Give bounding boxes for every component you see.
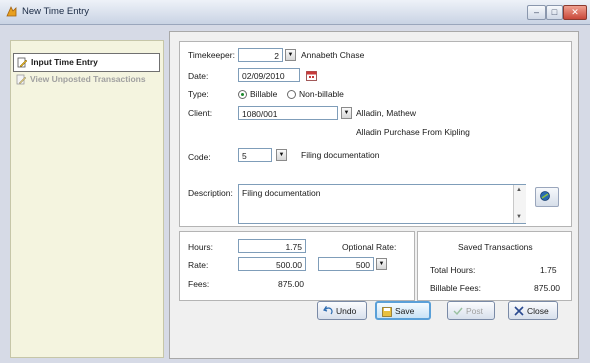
description-label: Description: bbox=[188, 188, 233, 198]
save-button[interactable]: Save bbox=[375, 301, 431, 320]
minimize-button[interactable]: – bbox=[527, 5, 546, 20]
transactions-icon bbox=[16, 74, 27, 85]
code-dropdown-icon[interactable]: ▼ bbox=[276, 149, 287, 161]
client-name: Alladin, Mathew bbox=[356, 108, 417, 118]
description-textarea[interactable]: Filing documentation bbox=[238, 184, 526, 224]
billable-fees-label: Billable Fees: bbox=[430, 283, 482, 293]
sidebar-item-label: View Unposted Transactions bbox=[30, 74, 146, 84]
billable-radio[interactable] bbox=[238, 90, 247, 99]
calendar-icon[interactable] bbox=[306, 70, 317, 81]
client-matter: Alladin Purchase From Kipling bbox=[356, 127, 470, 137]
total-hours-value: 1.75 bbox=[540, 265, 557, 275]
entry-details-panel: Timekeeper: 2 ▼ Annabeth Chase Date: 02/… bbox=[179, 41, 572, 227]
spell-check-icon bbox=[540, 191, 550, 201]
type-label: Type: bbox=[188, 89, 209, 99]
sidebar: Input Time Entry View Unposted Transacti… bbox=[10, 40, 164, 358]
non-billable-label: Non-billable bbox=[299, 89, 344, 99]
total-hours-label: Total Hours: bbox=[430, 265, 476, 275]
save-label: Save bbox=[395, 306, 415, 316]
maximize-button[interactable]: □ bbox=[546, 5, 563, 20]
close-icon bbox=[514, 306, 524, 316]
date-field[interactable]: 02/09/2010 bbox=[238, 68, 300, 82]
sidebar-item-label: Input Time Entry bbox=[31, 57, 98, 67]
rate-field[interactable]: 500.00 bbox=[238, 257, 306, 271]
checkmark-icon bbox=[453, 307, 463, 316]
close-window-button[interactable]: ✕ bbox=[563, 5, 587, 20]
save-icon bbox=[382, 307, 392, 317]
hours-field[interactable]: 1.75 bbox=[238, 239, 306, 253]
new-time-entry-window: New Time Entry – □ ✕ Input Time Entry Vi… bbox=[0, 0, 590, 363]
code-description: Filing documentation bbox=[301, 150, 380, 160]
timekeeper-dropdown-icon[interactable]: ▼ bbox=[285, 49, 296, 61]
scroll-down-icon[interactable]: ▼ bbox=[516, 214, 522, 220]
optional-rate-dropdown-icon[interactable]: ▼ bbox=[376, 258, 387, 270]
sidebar-item-input-time-entry[interactable]: Input Time Entry bbox=[13, 53, 160, 72]
timekeeper-label: Timekeeper: bbox=[188, 50, 235, 60]
window-title: New Time Entry bbox=[22, 6, 90, 17]
code-field[interactable]: 5 bbox=[238, 148, 272, 162]
client-label: Client: bbox=[188, 108, 213, 118]
undo-button[interactable]: Undo bbox=[317, 301, 367, 320]
billable-fees-value: 875.00 bbox=[534, 283, 560, 293]
amounts-panel: Hours: 1.75 Optional Rate: Rate: 500.00 … bbox=[179, 231, 415, 301]
saved-transactions-panel: Saved Transactions Total Hours: 1.75 Bil… bbox=[417, 231, 572, 301]
hours-label: Hours: bbox=[188, 242, 214, 252]
post-button[interactable]: Post bbox=[447, 301, 495, 320]
close-button[interactable]: Close bbox=[508, 301, 558, 320]
title-bar[interactable]: New Time Entry – □ ✕ bbox=[0, 0, 590, 25]
time-entry-icon bbox=[17, 57, 28, 68]
timekeeper-name: Annabeth Chase bbox=[301, 50, 365, 60]
non-billable-radio[interactable] bbox=[287, 90, 296, 99]
code-label: Code: bbox=[188, 152, 211, 162]
optional-rate-label: Optional Rate: bbox=[342, 242, 397, 252]
date-label: Date: bbox=[188, 71, 209, 81]
post-label: Post bbox=[466, 306, 484, 316]
description-text: Filing documentation bbox=[242, 188, 321, 198]
fees-label: Fees: bbox=[188, 279, 210, 289]
timekeeper-select[interactable]: 2 bbox=[238, 48, 283, 62]
scroll-up-icon[interactable]: ▲ bbox=[516, 187, 522, 193]
client-dropdown-icon[interactable]: ▼ bbox=[341, 107, 352, 119]
client-field[interactable]: 1080/001 bbox=[238, 106, 338, 120]
rate-label: Rate: bbox=[188, 260, 209, 270]
description-scrollbar[interactable]: ▲ ▼ bbox=[513, 185, 526, 223]
undo-icon bbox=[323, 306, 333, 315]
sidebar-item-view-unposted-transactions[interactable]: View Unposted Transactions bbox=[13, 71, 158, 88]
billable-label: Billable bbox=[250, 89, 278, 99]
optional-rate-select[interactable]: 500 bbox=[318, 257, 374, 271]
spell-check-button[interactable] bbox=[535, 187, 559, 207]
saved-transactions-title: Saved Transactions bbox=[458, 242, 533, 252]
fees-value: 875.00 bbox=[278, 279, 304, 289]
app-icon bbox=[6, 6, 17, 17]
undo-label: Undo bbox=[336, 306, 357, 316]
close-label: Close bbox=[527, 306, 549, 316]
